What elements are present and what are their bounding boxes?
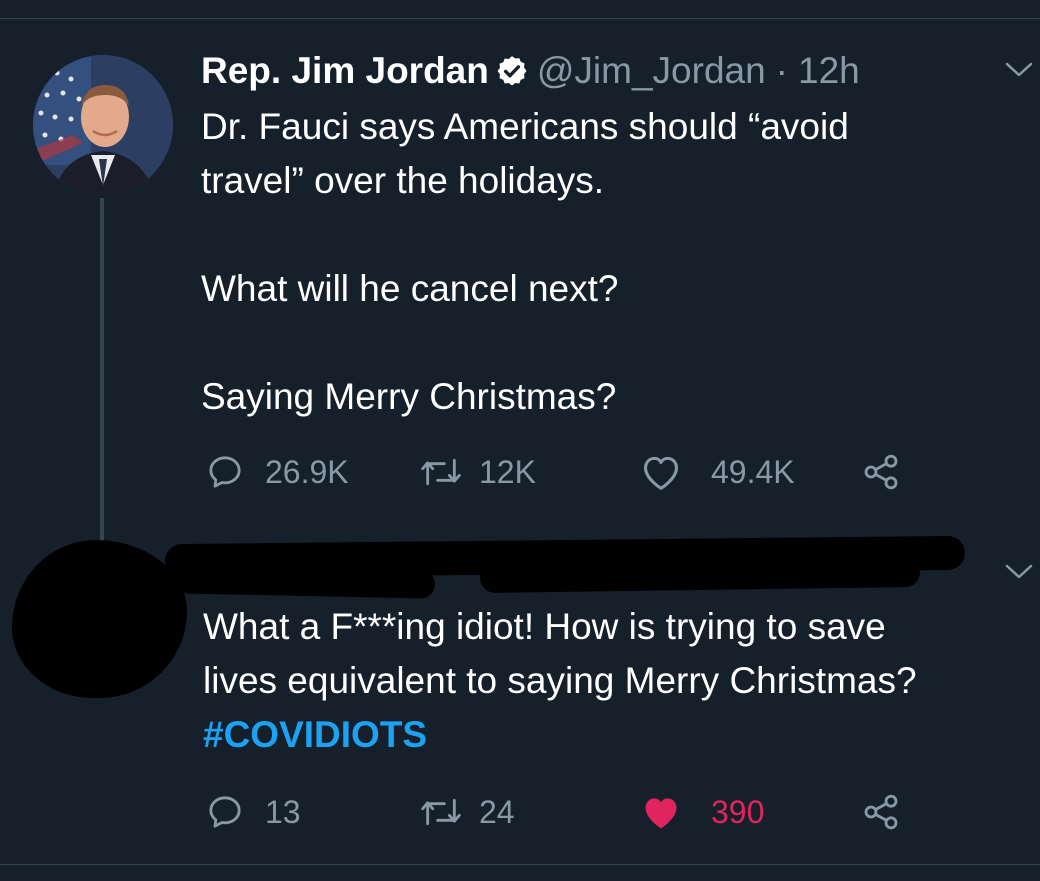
reply-actions: 13 24 390 — [205, 792, 925, 832]
reply-icon — [209, 796, 241, 828]
reply-line: lives equivalent to saying Merry Christm… — [203, 660, 917, 701]
retweet-button[interactable]: 24 — [419, 792, 515, 832]
profile-photo — [33, 55, 173, 195]
bottom-divider — [0, 864, 1040, 865]
reply-count: 26.9K — [265, 453, 349, 490]
share-icon — [864, 794, 898, 830]
heart-icon — [644, 456, 678, 490]
reply-line: What a F***ing idiot! How is trying to s… — [203, 606, 886, 647]
like-count: 49.4K — [711, 453, 795, 490]
tweet-line: Saying Merry Christmas? — [201, 376, 617, 417]
tweet-header: Rep. Jim Jordan @Jim_Jordan · 12h — [201, 46, 860, 96]
reply-count: 13 — [265, 793, 301, 830]
thread-connector-line — [100, 198, 104, 546]
like-button[interactable]: 49.4K — [639, 452, 795, 492]
redacted-avatar — [12, 540, 187, 698]
reply-button[interactable]: 13 — [205, 792, 301, 832]
retweet-icon — [421, 798, 461, 826]
hashtag-link[interactable]: #COVIDIOTS — [203, 714, 427, 755]
tweet-line: travel” over the holidays. — [201, 160, 605, 201]
redacted-header-fragment — [479, 556, 921, 594]
like-button[interactable]: 390 — [639, 792, 764, 832]
redacted-header-fragment — [174, 565, 436, 599]
retweet-icon — [421, 458, 461, 486]
avatar[interactable] — [33, 55, 173, 195]
heart-filled-icon — [645, 798, 677, 829]
display-name[interactable]: Rep. Jim Jordan — [201, 50, 489, 92]
retweet-button[interactable]: 12K — [419, 452, 536, 492]
retweet-count: 12K — [479, 453, 536, 490]
chevron-down-icon[interactable] — [1004, 562, 1034, 582]
share-button[interactable] — [859, 452, 903, 492]
tweet-line: What will he cancel next? — [201, 268, 619, 309]
top-divider — [0, 18, 1040, 19]
tweet-line: Dr. Fauci says Americans should “avoid — [201, 106, 849, 147]
share-button[interactable] — [859, 792, 903, 832]
separator: · — [775, 50, 788, 91]
reply-button[interactable]: 26.9K — [205, 452, 349, 492]
share-icon — [864, 454, 898, 490]
retweet-count: 24 — [479, 793, 515, 830]
reply-text: What a F***ing idiot! How is trying to s… — [203, 600, 1023, 762]
tweet-text: Dr. Fauci says Americans should “avoid t… — [201, 100, 1011, 424]
reply-icon — [209, 456, 241, 488]
timestamp[interactable]: 12h — [798, 50, 860, 92]
handle[interactable]: @Jim_Jordan — [537, 50, 766, 92]
tweet-actions: 26.9K 12K 49.4K — [205, 452, 925, 492]
verified-badge-icon — [495, 54, 529, 88]
chevron-down-icon[interactable] — [1004, 60, 1034, 80]
like-count: 390 — [711, 793, 765, 830]
